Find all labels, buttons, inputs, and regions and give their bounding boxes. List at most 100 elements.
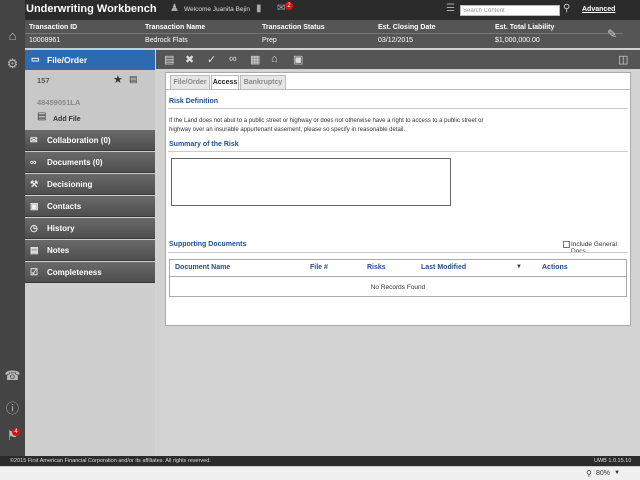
table-header-divider	[170, 276, 626, 277]
risk-definition-text: If the Land does not abut to a public st…	[169, 118, 484, 133]
risk-definition-title: Risk Definition	[169, 98, 219, 105]
browser-status-bar: ⚲ 80% ▼	[0, 466, 640, 480]
sidebar-item-collaboration[interactable]: ✉ Collaboration (0)	[25, 130, 155, 151]
document-stack-icon[interactable]: ▦	[250, 53, 260, 66]
table-empty-message: No Records Found	[370, 284, 426, 291]
tab-bankruptcy[interactable]: Bankruptcy	[240, 75, 286, 89]
advanced-search-link[interactable]: Advanced	[582, 6, 615, 13]
add-file-icon[interactable]: ▤	[37, 111, 46, 122]
summary-title: Summary of the Risk	[169, 141, 239, 148]
est-total-liability-label: Est. Total Liability	[495, 24, 555, 31]
column-header-document-name[interactable]: Document Name	[175, 264, 230, 271]
transaction-name-value: Bedrock Flats	[145, 37, 188, 44]
sidebar-item-label: Notes	[47, 246, 70, 255]
sidebar-item-history[interactable]: ◷ History	[25, 218, 155, 239]
tab-access[interactable]: Access	[211, 75, 239, 90]
sidebar: ▭ File/Order 157 ★ ▤ 48459051LA ▤ Add Fi…	[25, 48, 155, 456]
tab-file-order[interactable]: File/Order	[170, 75, 210, 89]
section-divider	[168, 252, 628, 253]
transaction-status-label: Transaction Status	[262, 24, 325, 31]
bookmark-icon[interactable]: ▮	[256, 3, 262, 14]
close-icon[interactable]: ✖	[185, 53, 194, 66]
tab-divider	[166, 89, 630, 90]
sidebar-item-label: Completeness	[47, 268, 102, 277]
est-closing-date-label: Est. Closing Date	[378, 24, 436, 31]
est-closing-date-value: 03/12/2015	[378, 37, 414, 44]
column-header-file-number[interactable]: File #	[310, 264, 328, 271]
risk-panel: File/Order Access Bankruptcy Risk Defini…	[165, 72, 631, 326]
sidebar-item-label: Collaboration (0)	[47, 136, 111, 145]
summary-textarea[interactable]	[171, 158, 451, 206]
sidebar-item-notes[interactable]: ▤ Notes	[25, 240, 155, 261]
column-header-actions: Actions	[542, 264, 568, 271]
search-icon[interactable]: ⚲	[563, 3, 570, 14]
transaction-name-label: Transaction Name	[145, 24, 206, 31]
section-divider	[168, 108, 628, 109]
section-divider	[168, 151, 628, 152]
user-icon: ♟	[170, 3, 179, 14]
save-icon[interactable]: ▤	[164, 53, 174, 66]
file-row[interactable]: 157 ★ ▤	[25, 70, 155, 88]
notes-icon: ▤	[30, 245, 39, 255]
chat-icon: ✉	[30, 135, 38, 145]
sidebar-item-label: Decisioning	[47, 180, 93, 189]
sidebar-item-file-order[interactable]: ▭ File/Order	[25, 50, 155, 70]
sidebar-item-decisioning[interactable]: ⚒ Decisioning	[25, 174, 155, 195]
left-rail: ⌂ ⚙ ☎ ⓘ ⚑ 4	[0, 0, 25, 456]
sidebar-item-label: Documents (0)	[47, 158, 103, 167]
sidebar-item-label: File/Order	[47, 55, 88, 65]
folder-icon: ▭	[31, 54, 40, 64]
zoom-level[interactable]: 80%	[596, 470, 610, 477]
sidebar-item-documents[interactable]: ∞ Documents (0)	[25, 152, 155, 173]
column-header-last-modified[interactable]: Last Modified	[421, 264, 466, 271]
include-general-docs-checkbox[interactable]	[563, 241, 570, 248]
supporting-documents-title: Supporting Documents	[169, 241, 247, 248]
house-icon[interactable]: ⌂	[271, 53, 278, 65]
gavel-icon: ⚒	[30, 179, 39, 189]
star-icon[interactable]: ★	[113, 73, 123, 86]
trash-icon[interactable]: ◫	[618, 53, 628, 66]
footer: ©2015 First American Financial Corporati…	[0, 456, 640, 466]
contacts-icon: ▣	[30, 201, 39, 211]
app-title: Underwriting Workbench	[26, 3, 157, 15]
transaction-divider	[25, 33, 623, 34]
phone-icon[interactable]: ☎	[0, 368, 25, 384]
help-icon[interactable]: ⓘ	[0, 398, 25, 417]
welcome-text: Welcome Juanita Bejin	[184, 6, 250, 13]
transaction-id-label: Transaction ID	[29, 24, 78, 31]
notification-badge: 4	[12, 428, 20, 436]
add-file-button[interactable]: Add File	[53, 116, 81, 123]
zoom-icon[interactable]: ⚲	[586, 469, 592, 478]
chevron-down-icon[interactable]: ▼	[614, 470, 620, 476]
file-code[interactable]: 48459051LA	[37, 98, 80, 107]
column-header-risks[interactable]: Risks	[367, 264, 386, 271]
paperclip-icon: ∞	[30, 157, 37, 167]
sidebar-item-label: Contacts	[47, 202, 82, 211]
link-icon[interactable]: ∞	[229, 53, 237, 65]
version-text: UWB 1.0.15.10	[594, 458, 632, 464]
clock-icon: ◷	[30, 223, 38, 233]
supporting-documents-table: Document Name File # Risks Last Modified…	[169, 259, 627, 297]
main-content: ▤ ✖ ✓ ∞ ▦ ⌂ ▣ ◫ File/Order Access Bankru…	[156, 48, 640, 456]
document-copy-icon[interactable]: ▣	[293, 53, 303, 66]
shield-check-icon[interactable]: ✓	[207, 53, 216, 66]
sort-down-icon[interactable]: ▼	[516, 264, 522, 270]
transaction-header: Transaction ID 10008961 Transaction Name…	[25, 20, 640, 48]
pdf-icon[interactable]: ▤	[129, 74, 138, 85]
file-number: 157	[37, 76, 50, 85]
sidebar-item-completeness[interactable]: ☑ Completeness	[25, 262, 155, 283]
est-total-liability-value: $1,000,000.00	[495, 37, 540, 44]
home-icon[interactable]: ⌂	[0, 28, 25, 43]
toolbar: ▤ ✖ ✓ ∞ ▦ ⌂ ▣ ◫	[156, 50, 640, 69]
search-input[interactable]	[460, 5, 560, 16]
top-bar: Underwriting Workbench ♟ Welcome Juanita…	[0, 0, 640, 20]
sidebar-item-contacts[interactable]: ▣ Contacts	[25, 196, 155, 217]
copyright-text: ©2015 First American Financial Corporati…	[10, 458, 211, 464]
sidebar-item-label: History	[47, 224, 75, 233]
checklist-icon: ☑	[30, 267, 39, 277]
menu-icon[interactable]: ☰	[446, 3, 455, 14]
transaction-id-value: 10008961	[29, 37, 61, 44]
document-edit-icon[interactable]: ✎	[607, 27, 617, 41]
transaction-status-value: Prep	[262, 37, 277, 44]
gear-icon[interactable]: ⚙	[0, 56, 25, 72]
